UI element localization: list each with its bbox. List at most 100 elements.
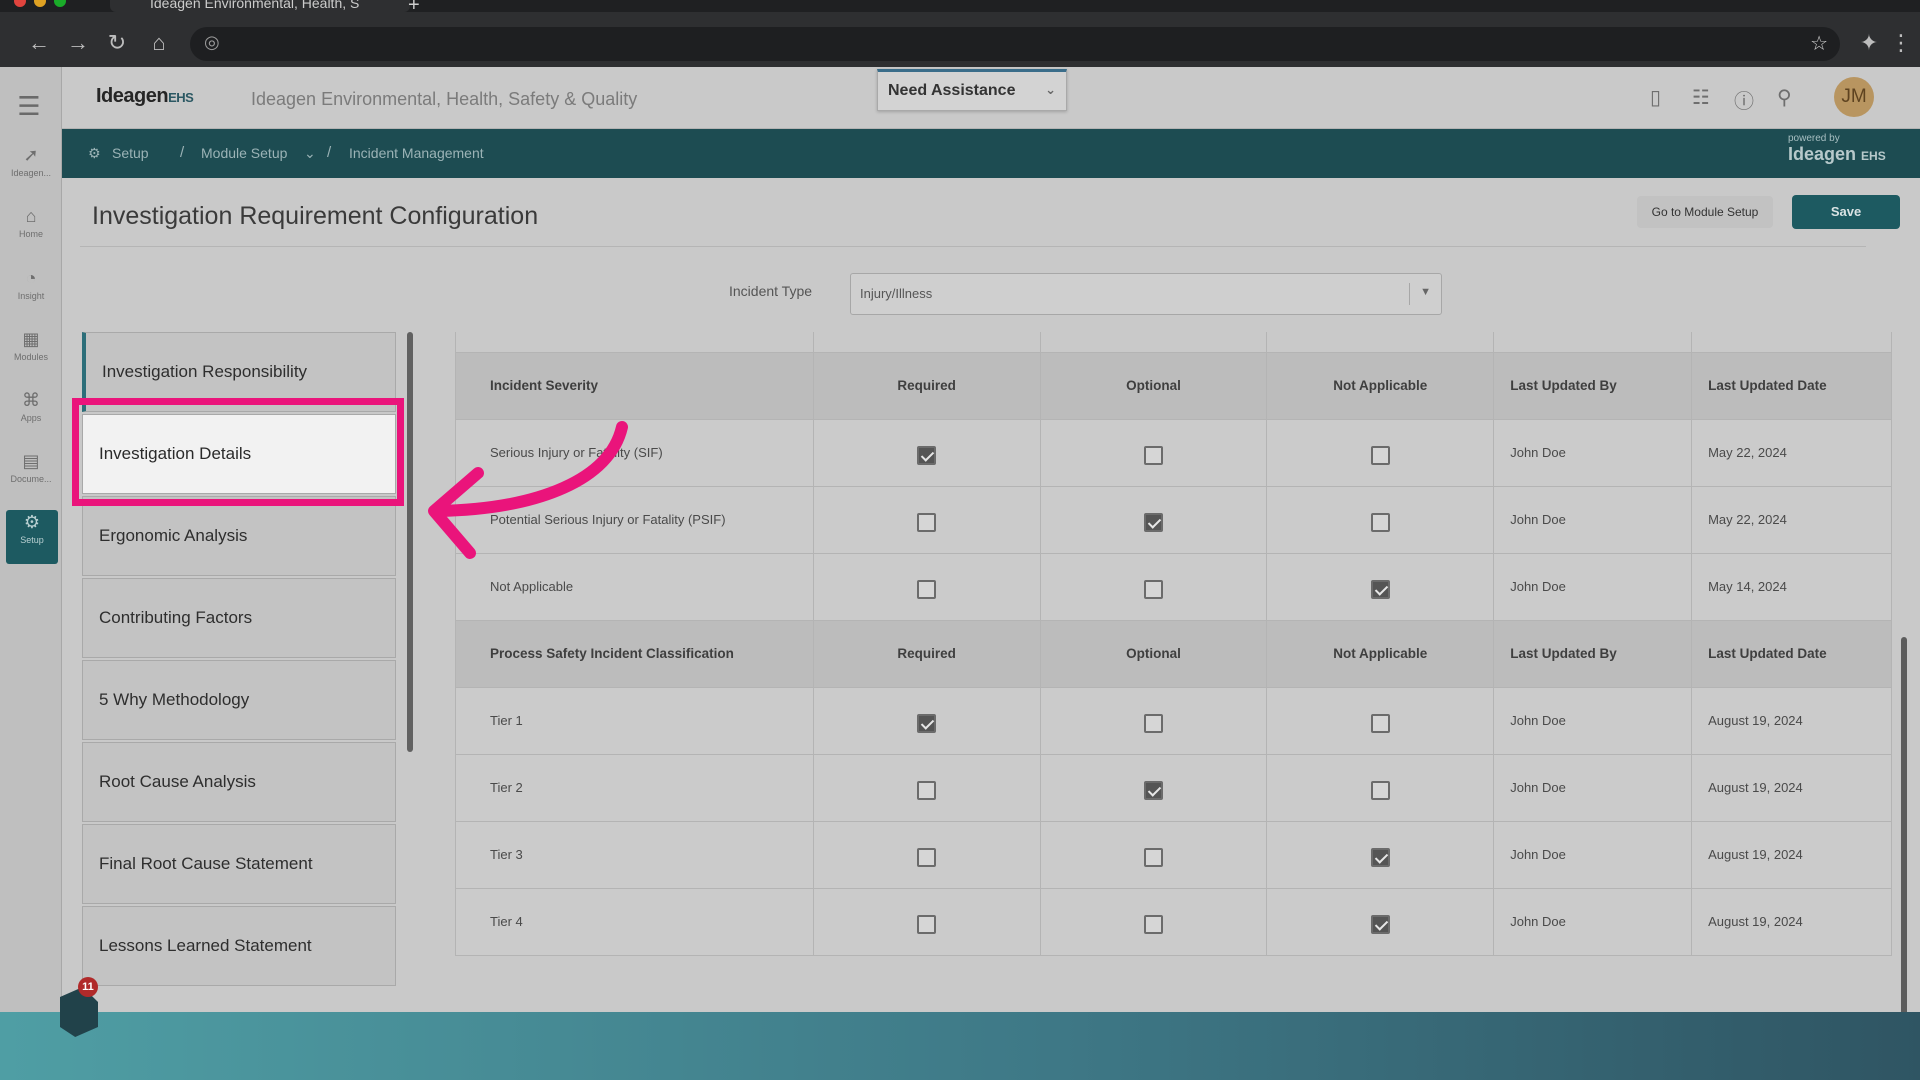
optional-checkbox[interactable]	[1143, 579, 1163, 599]
spacer-cell	[812, 332, 1041, 353]
breadcrumb-setup[interactable]: Setup	[112, 145, 149, 161]
maximize-window-icon[interactable]	[54, 0, 66, 7]
optional-checkbox[interactable]	[1143, 713, 1163, 733]
incident-type-select[interactable]: Injury/Illness ▼	[850, 273, 1442, 315]
close-window-icon[interactable]	[14, 0, 26, 7]
optional-checkbox[interactable]	[1143, 445, 1163, 465]
not-applicable-checkbox[interactable]	[1370, 512, 1390, 532]
breadcrumb-separator: /	[327, 144, 332, 161]
section-list-scrollbar[interactable]	[407, 332, 413, 752]
table-spacer-row	[455, 332, 1892, 353]
section-contributing-factors[interactable]: Contributing Factors	[82, 578, 396, 658]
nav-item-documents[interactable]: ▤ Docume...	[0, 449, 62, 503]
required-checkbox[interactable]	[917, 512, 937, 532]
spacer-cell	[1691, 332, 1892, 353]
nav-label: Home	[18, 229, 43, 239]
desktop-background	[0, 1012, 1920, 1080]
url-input[interactable]: ◎ ☆	[190, 27, 1840, 61]
notification-widget[interactable]: 11	[60, 977, 100, 1037]
incident-type-label: Incident Type	[729, 283, 813, 299]
last-updated-date-cell: August 19, 2024	[1691, 887, 1892, 956]
save-button[interactable]: Save	[1792, 195, 1900, 229]
optional-checkbox[interactable]	[1143, 914, 1163, 934]
ideagen-logo[interactable]: IdeagenEHS	[96, 85, 194, 108]
browser-menu-icon[interactable]: ⋮	[1888, 30, 1914, 56]
table-header-row: Incident Severity Required Optional Not App…	[455, 351, 1892, 420]
section-ergonomic-analysis[interactable]: Ergonomic Analysis	[82, 496, 396, 576]
section-5-why-methodology[interactable]: 5 Why Methodology	[82, 660, 396, 740]
checkbox-cell	[1039, 552, 1268, 621]
logo-suffix: EHS	[168, 90, 194, 105]
section-final-root-cause-statement[interactable]: Final Root Cause Statement	[82, 824, 396, 904]
checkbox-cell	[1266, 552, 1495, 621]
back-icon[interactable]: ←	[26, 30, 52, 56]
table-scrollbar[interactable]	[1901, 637, 1907, 1017]
required-checkbox[interactable]	[917, 780, 937, 800]
nav-item-ideagen[interactable]: ➚ Ideagen...	[0, 143, 62, 197]
app-page: ☰ ➚ Ideagen... ⌂ Home ◔ Insight ▦ Module…	[0, 67, 1920, 1037]
nav-item-apps[interactable]: ⌘ Apps	[0, 388, 62, 442]
optional-checkbox[interactable]	[1143, 512, 1163, 532]
nav-item-home[interactable]: ⌂ Home	[0, 204, 62, 258]
breadcrumb-module-setup[interactable]: Module Setup	[201, 145, 287, 161]
browser-tab[interactable]: Ideagen Environmental, Health, S	[110, 0, 410, 12]
need-assistance-dropdown[interactable]: Need Assistance ⌄	[877, 69, 1067, 111]
table-header-row: Process Safety Incident Classification Re…	[455, 619, 1892, 688]
apps-icon: ⌘	[22, 390, 40, 410]
nav-label: Modules	[13, 352, 49, 362]
required-checkbox[interactable]	[917, 579, 937, 599]
required-checkbox[interactable]	[917, 914, 937, 934]
nav-label: Setup	[20, 535, 44, 545]
reload-icon[interactable]: ↻	[104, 30, 130, 56]
table-row: Not Applicable John Doe May 14, 2024	[455, 552, 1892, 621]
bell-icon[interactable]: ⚲	[1777, 85, 1792, 110]
minimize-window-icon[interactable]	[34, 0, 46, 7]
not-applicable-checkbox[interactable]	[1370, 847, 1390, 867]
last-updated-date-cell: May 14, 2024	[1691, 552, 1892, 621]
required-checkbox[interactable]	[917, 445, 937, 465]
last-updated-date-cell: August 19, 2024	[1691, 820, 1892, 889]
bookmark-star-icon[interactable]: ☆	[1810, 31, 1828, 56]
highlight-box	[72, 398, 404, 506]
row-name-cell: Tier 1	[455, 686, 814, 755]
nav-item-modules[interactable]: ▦ Modules	[0, 327, 62, 381]
not-applicable-checkbox[interactable]	[1370, 914, 1390, 934]
home-icon[interactable]: ⌂	[146, 30, 172, 56]
not-applicable-checkbox[interactable]	[1370, 579, 1390, 599]
checkbox-cell	[812, 820, 1041, 889]
powered-logo-suffix: EHS	[1861, 149, 1886, 163]
calendar-icon[interactable]: ☷	[1692, 85, 1710, 110]
powered-by-text: powered by	[1788, 133, 1840, 144]
avatar[interactable]: JM	[1834, 77, 1874, 117]
optional-checkbox[interactable]	[1143, 847, 1163, 867]
help-icon[interactable]: ⓘ	[1734, 85, 1754, 114]
column-header: Process Safety Incident Classification	[455, 619, 814, 688]
checkbox-cell	[1039, 485, 1268, 554]
table-row: Tier 1 John Doe August 19, 2024	[455, 686, 1892, 755]
site-info-icon[interactable]: ◎	[204, 32, 220, 53]
select-separator	[1409, 283, 1410, 305]
nav-label: Apps	[20, 413, 42, 423]
nav-item-insight[interactable]: ◔ Insight	[0, 266, 62, 320]
last-updated-by-cell: John Doe	[1493, 753, 1693, 822]
extensions-icon[interactable]: ✦	[1856, 30, 1882, 56]
section-lessons-learned-statement[interactable]: Lessons Learned Statement	[82, 906, 396, 986]
table-row: Tier 3 John Doe August 19, 2024	[455, 820, 1892, 889]
section-root-cause-analysis[interactable]: Root Cause Analysis	[82, 742, 396, 822]
app-title: Ideagen Environmental, Health, Safety & …	[251, 89, 638, 109]
nav-item-setup[interactable]: ⚙ Setup	[6, 510, 58, 564]
mobile-icon[interactable]: ▯	[1650, 85, 1661, 110]
last-updated-by-cell: John Doe	[1493, 485, 1693, 554]
column-header: Optional	[1039, 351, 1268, 420]
required-checkbox[interactable]	[917, 847, 937, 867]
required-checkbox[interactable]	[917, 713, 937, 733]
chevron-down-icon[interactable]: ⌄	[304, 145, 316, 162]
not-applicable-checkbox[interactable]	[1370, 713, 1390, 733]
hamburger-menu-icon[interactable]: ☰	[14, 91, 44, 122]
not-applicable-checkbox[interactable]	[1370, 445, 1390, 465]
not-applicable-checkbox[interactable]	[1370, 780, 1390, 800]
incident-type-value: Injury/Illness	[860, 286, 933, 301]
go-to-module-setup-button[interactable]: Go to Module Setup	[1637, 196, 1773, 228]
optional-checkbox[interactable]	[1143, 780, 1163, 800]
forward-icon[interactable]: →	[65, 30, 91, 56]
